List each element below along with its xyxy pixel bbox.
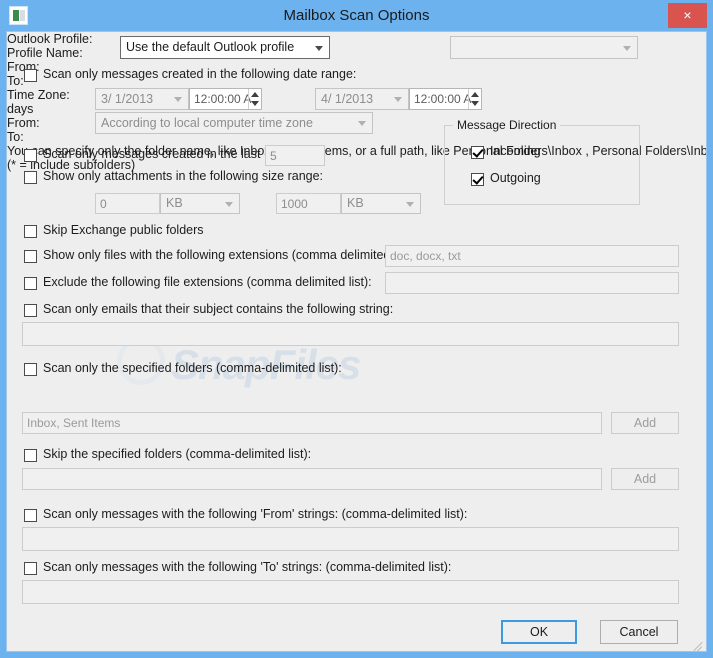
date-to-value: 4/ 1/2013 [321,92,374,106]
chevron-down-icon [623,45,631,51]
date-from-input[interactable]: 3/ 1/2013 [95,88,189,110]
only-folders-add-button[interactable]: Add [611,412,679,434]
date-range-label: Scan only messages created in the follow… [43,67,357,81]
incoming-label: Incoming [490,144,541,158]
ok-button[interactable]: OK [501,620,577,644]
cancel-button[interactable]: Cancel [600,620,678,644]
message-direction-title: Message Direction [453,118,561,132]
chevron-down-icon [394,97,402,102]
dialog-client-area: SnapFiles Outlook Profile: Use the defau… [6,31,707,652]
exclude-extensions-label: Exclude the following file extensions (c… [43,275,372,289]
include-extensions-label: Show only files with the following exten… [43,248,417,262]
timezone-select[interactable]: According to local computer time zone [95,112,373,134]
time-from-value: 12:00:00 A [194,92,252,106]
resize-grip[interactable] [692,637,704,651]
chevron-down-icon [174,97,182,102]
only-folders-input[interactable]: Inbox, Sent Items [22,412,602,434]
close-icon[interactable]: × [668,3,707,28]
spinner-up-icon[interactable] [251,92,259,97]
only-folders-checkbox[interactable] [24,363,37,376]
size-to-unit-select[interactable]: KB [341,193,421,214]
title-bar: Mailbox Scan Options × [0,0,713,31]
from-strings-label: Scan only messages with the following 'F… [43,507,468,521]
spinner-up-icon[interactable] [471,92,479,97]
time-from-spinner[interactable]: 12:00:00 A [189,88,262,110]
timezone-value: According to local computer time zone [101,116,313,130]
size-from-unit-select[interactable]: KB [160,193,240,214]
exclude-extensions-checkbox[interactable] [24,277,37,290]
size-to-input[interactable]: 1000 [276,193,341,214]
chevron-down-icon [358,121,366,126]
last-days-input[interactable]: 5 [265,145,325,166]
skip-folders-add-button[interactable]: Add [611,468,679,490]
skip-folders-label: Skip the specified folders (comma-delimi… [43,447,312,461]
from-strings-checkbox[interactable] [24,509,37,522]
time-to-spinner[interactable]: 12:00:00 A [409,88,482,110]
skip-public-folders-label: Skip Exchange public folders [43,223,204,237]
skip-folders-input[interactable] [22,468,602,490]
spinner-down-icon[interactable] [471,101,479,106]
profile-name-select[interactable] [450,36,638,59]
include-extensions-checkbox[interactable] [24,250,37,263]
skip-public-folders-checkbox[interactable] [24,225,37,238]
incoming-checkbox[interactable] [471,146,484,159]
to-strings-checkbox[interactable] [24,562,37,575]
subject-filter-checkbox[interactable] [24,304,37,317]
date-to-input[interactable]: 4/ 1/2013 [315,88,409,110]
chevron-down-icon [225,201,233,207]
outgoing-checkbox[interactable] [471,173,484,186]
to-strings-label: Scan only messages with the following 'T… [43,560,452,574]
chevron-down-icon [406,201,414,207]
time-to-value: 12:00:00 A [414,92,472,106]
outlook-profile-value: Use the default Outlook profile [126,40,295,54]
mailbox-scan-options-window: Mailbox Scan Options × SnapFiles Outlook… [0,0,713,658]
date-range-checkbox[interactable] [24,69,37,82]
last-days-checkbox[interactable] [24,149,37,162]
only-folders-label: Scan only the specified folders (comma-d… [43,361,342,375]
outlook-profile-select[interactable]: Use the default Outlook profile [120,36,330,59]
exclude-extensions-input[interactable] [385,272,679,294]
size-range-checkbox[interactable] [24,171,37,184]
to-strings-input[interactable] [22,580,679,604]
size-from-unit-value: KB [166,196,183,210]
message-direction-group: Message Direction Incoming Outgoing [444,118,640,205]
last-days-label: Scan only messages created in the last [43,147,261,161]
subject-filter-input[interactable] [22,322,679,346]
spinner-down-icon[interactable] [251,101,259,106]
include-extensions-input[interactable]: doc, docx, txt [385,245,679,267]
size-range-label: Show only attachments in the following s… [43,169,324,183]
skip-folders-checkbox[interactable] [24,449,37,462]
from-strings-input[interactable] [22,527,679,551]
subject-filter-label: Scan only emails that their subject cont… [43,302,394,316]
size-from-input[interactable]: 0 [95,193,160,214]
window-title: Mailbox Scan Options [283,7,430,24]
date-from-value: 3/ 1/2013 [101,92,154,106]
outgoing-label: Outgoing [490,171,541,185]
size-to-unit-value: KB [347,196,364,210]
chevron-down-icon [315,45,323,51]
